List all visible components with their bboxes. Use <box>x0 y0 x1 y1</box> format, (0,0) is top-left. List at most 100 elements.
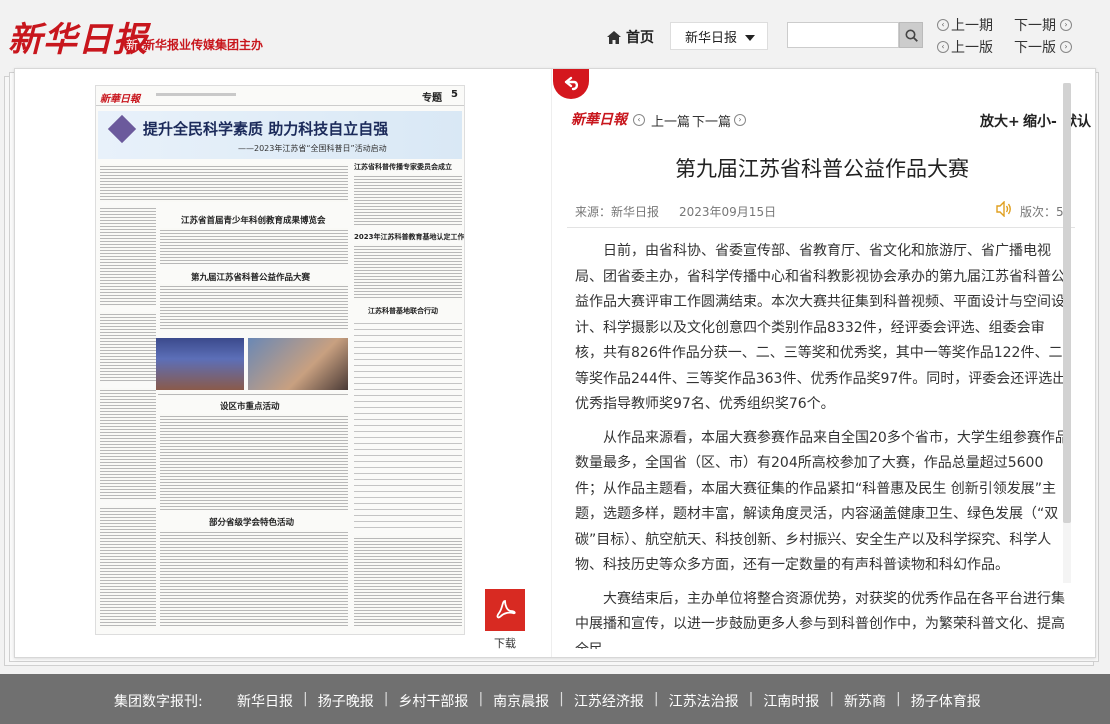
download-label: 下载 <box>494 637 516 650</box>
arrow-left-circle-icon: ‹ <box>937 19 949 31</box>
meta-divider <box>567 227 1075 228</box>
article-toolbar: 新華日報 ‹ 上一篇 下一篇 › 放大+ 缩小- 默认 <box>571 109 1091 133</box>
search-input[interactable] <box>787 22 899 48</box>
prev-article-link[interactable]: 上一篇 <box>651 111 690 130</box>
np-text-block <box>354 244 462 300</box>
np-table <box>354 318 462 530</box>
np-headline[interactable]: 设区市重点活动 <box>220 400 280 412</box>
home-label: 首页 <box>626 30 654 46</box>
newspaper-page-image[interactable]: 新華日報 专题 5 提升全民科学素质 助力科技自立自强 ——2023年江苏省“全… <box>95 85 465 635</box>
home-link[interactable]: 首页 <box>607 27 654 47</box>
footer-paper-link[interactable]: 乡村干部报 <box>398 691 468 711</box>
search-icon <box>905 29 918 42</box>
prev-issue-link[interactable]: ‹ 上一期 <box>937 15 993 35</box>
article-date: 2023年09月15日 <box>679 205 777 219</box>
footer-separator: | <box>383 691 389 707</box>
footer-separator: | <box>559 691 564 707</box>
footer-paper-link[interactable]: 扬子体育报 <box>911 691 981 711</box>
publisher-mark-icon: 新 <box>124 36 140 53</box>
np-logo: 新華日報 <box>100 94 140 105</box>
np-headline[interactable]: 第九届江苏省科普公益作品大赛 <box>191 271 310 283</box>
np-date-line <box>156 93 236 96</box>
arrow-right-circle-icon: › <box>734 114 746 126</box>
pdf-download-button[interactable]: 下载 <box>485 589 525 651</box>
np-banner-subtitle: ——2023年江苏省“全国科普日”活动启动 <box>238 144 387 153</box>
article-paragraph: 大赛结束后，主办单位将整合资源优势，对获奖的优秀作品在各平台进行集中展播和宣传，… <box>575 590 1065 650</box>
article-logo: 新華日報 <box>571 112 627 128</box>
np-section: 专题 <box>422 93 442 104</box>
home-icon <box>607 30 621 44</box>
np-page-header: 新華日報 专题 5 <box>96 86 464 106</box>
footer-paper-link[interactable]: 新华日报 <box>237 691 293 711</box>
prev-page-link[interactable]: ‹ 上一版 <box>937 37 993 57</box>
np-text-block <box>160 284 348 330</box>
footer-paper-link[interactable]: 江苏经济报 <box>574 691 644 711</box>
article-edition: 版次：5 <box>1020 205 1064 219</box>
top-bar: 新华日报 新 新华报业传媒集团主办 首页 新华日报 ‹ 上一期 下一期 › ‹ … <box>0 0 1110 66</box>
arrow-left-circle-icon: ‹ <box>937 41 949 53</box>
np-photo <box>156 338 244 390</box>
np-banner-title: 提升全民科学素质 助力科技自立自强 <box>143 120 389 138</box>
arrow-left-circle-icon: ‹ <box>633 114 645 126</box>
np-emblem-icon <box>107 114 137 144</box>
publisher-text: 新华报业传媒集团主办 <box>143 38 264 52</box>
np-caption <box>158 392 348 396</box>
pdf-icon <box>485 589 525 631</box>
reader-frame: 新華日報 专题 5 提升全民科学素质 助力科技自立自强 ——2023年江苏省“全… <box>14 68 1096 658</box>
footer-separator: | <box>896 691 901 707</box>
footer-separator: | <box>748 691 754 707</box>
np-text-block <box>100 388 156 500</box>
np-text-block <box>100 312 156 382</box>
scrollbar-thumb[interactable] <box>1063 83 1071 523</box>
article-content[interactable]: 第九届江苏省科普公益作品大赛 来源：新华日报 2023年09月15日 版次：5 … <box>567 149 1087 649</box>
zoom-in-button[interactable]: 放大+ <box>980 111 1020 131</box>
np-text-block <box>100 206 156 306</box>
article-body: 日前，由省科协、省委宣传部、省教育厅、省文化和旅游厅、省广播电视局、团省委主办，… <box>575 239 1069 649</box>
footer-paper-list: 新华日报 | 扬子晚报 | 乡村干部报 | 南京晨报 | 江苏经济报 | 江苏法… <box>237 691 981 711</box>
next-article-link[interactable]: 下一篇 <box>692 111 731 130</box>
np-text-block <box>354 536 462 626</box>
search-button[interactable] <box>899 22 923 48</box>
np-text-block <box>354 174 462 226</box>
publisher-logo: 新 新华报业传媒集团主办 <box>124 36 263 53</box>
np-page-number: 5 <box>451 89 458 100</box>
np-text-block <box>160 530 348 626</box>
next-page-link[interactable]: 下一版 › <box>1014 37 1072 57</box>
article-meta: 来源：新华日报 2023年09月15日 版次：5 <box>575 200 1075 229</box>
article-title: 第九届江苏省科普公益作品大赛 <box>675 157 969 181</box>
footer-paper-link[interactable]: 江苏法治报 <box>669 691 739 711</box>
footer-paper-link[interactable]: 江南时报 <box>763 691 819 711</box>
np-headline[interactable]: 江苏科普基地联合行动 <box>368 306 438 316</box>
zoom-out-button[interactable]: 缩小- <box>1023 111 1057 131</box>
paper-select-value: 新华日报 <box>685 30 738 46</box>
np-headline[interactable]: 部分省级学会特色活动 <box>209 516 294 528</box>
next-issue-link[interactable]: 下一期 › <box>1014 15 1072 35</box>
article-paragraph: 从作品来源看，本届大赛参赛作品来自全国20多个省市，大学生组参赛作品数量最多，全… <box>575 429 1069 574</box>
arrow-right-circle-icon: › <box>1060 19 1072 31</box>
np-text-block <box>100 164 348 202</box>
article-source: 来源：新华日报 <box>575 205 660 219</box>
speaker-icon[interactable] <box>995 200 1013 220</box>
np-headline[interactable]: 江苏省首届青少年科创教育成果博览会 <box>181 214 326 226</box>
footer-separator: | <box>478 691 484 707</box>
np-text-block <box>160 414 348 510</box>
footer-separator: | <box>829 691 835 707</box>
np-headline[interactable]: 江苏省科普传播专家委员会成立 <box>354 162 452 172</box>
footer: 集团数字报刊: 新华日报 | 扬子晚报 | 乡村干部报 | 南京晨报 | 江苏经… <box>0 674 1110 724</box>
paper-select[interactable]: 新华日报 <box>670 22 768 50</box>
footer-paper-link[interactable]: 新苏商 <box>844 691 886 711</box>
np-headline[interactable]: 2023年江苏科普教育基地认定工作 <box>354 232 464 242</box>
np-photo <box>248 338 348 390</box>
arrow-right-circle-icon: › <box>1060 41 1072 53</box>
chevron-down-icon <box>745 35 755 41</box>
np-text-block <box>100 506 156 628</box>
np-banner: 提升全民科学素质 助力科技自立自强 ——2023年江苏省“全国科普日”活动启动 <box>98 111 462 159</box>
footer-separator: | <box>303 691 308 707</box>
footer-paper-link[interactable]: 扬子晚报 <box>318 691 374 711</box>
article-paragraph: 日前，由省科协、省委宣传部、省教育厅、省文化和旅游厅、省广播电视局、团省委主办，… <box>575 243 1067 412</box>
footer-paper-link[interactable]: 南京晨报 <box>493 691 549 711</box>
np-text-block <box>160 228 348 264</box>
footer-separator: | <box>653 691 659 707</box>
footer-label: 集团数字报刊: <box>114 694 203 710</box>
back-arrow-icon <box>564 76 579 91</box>
